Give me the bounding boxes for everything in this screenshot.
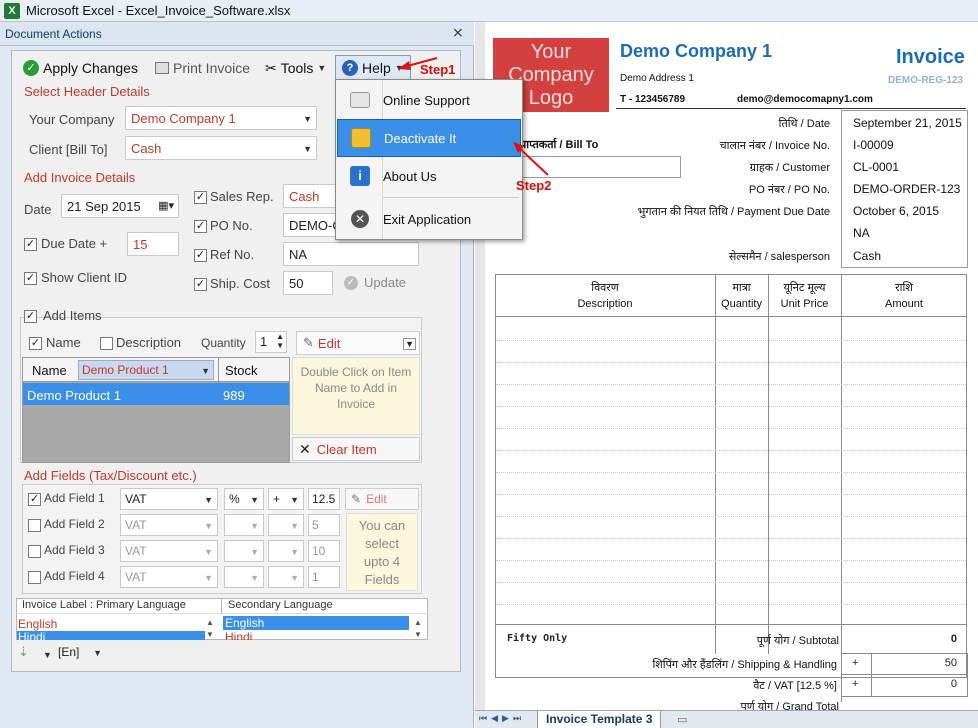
annotation-arrows	[398, 57, 549, 176]
step1-annotation: Step1	[420, 62, 456, 77]
step2-annotation: Step2	[516, 178, 552, 193]
